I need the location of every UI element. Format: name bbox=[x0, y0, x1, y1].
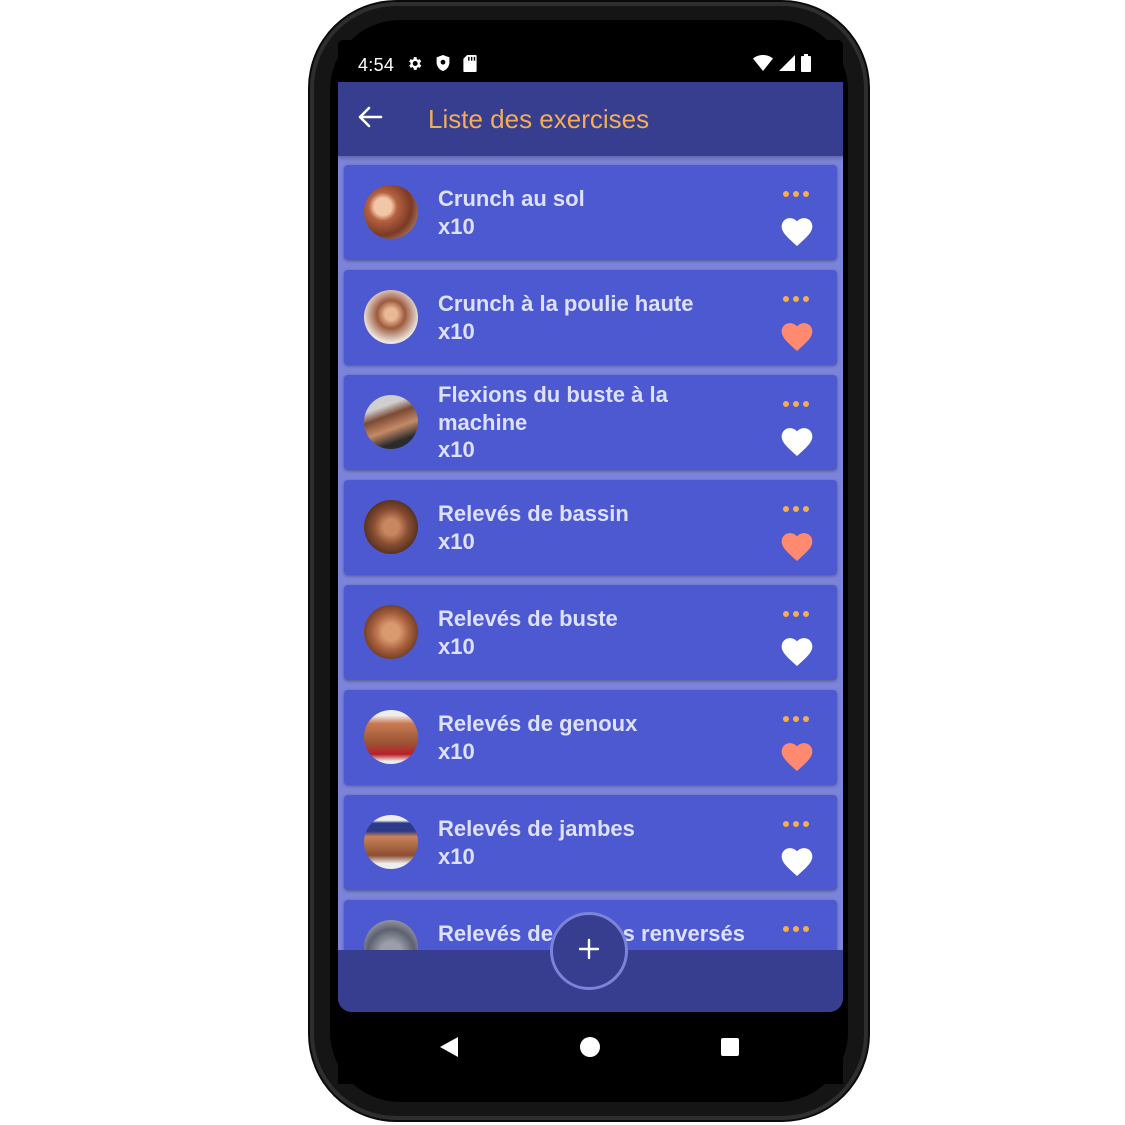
exercise-text: Relevés de bassin x10 bbox=[438, 500, 738, 555]
plus-icon bbox=[578, 938, 600, 965]
exercise-thumbnail bbox=[364, 500, 418, 554]
more-options-button[interactable] bbox=[781, 922, 811, 936]
exercise-title: Relevés de jambes bbox=[438, 816, 635, 841]
exercise-text: Crunch au sol x10 bbox=[438, 185, 738, 240]
back-triangle-icon bbox=[439, 1036, 459, 1063]
more-options-button[interactable] bbox=[781, 187, 811, 201]
exercise-title: Relevés de buste bbox=[438, 606, 618, 631]
page-title: Liste des exercises bbox=[428, 104, 650, 134]
exercise-card[interactable]: Relevés de buste x10 bbox=[344, 585, 837, 680]
more-options-button[interactable] bbox=[781, 712, 811, 726]
favorite-button[interactable] bbox=[781, 427, 813, 457]
nav-back-button[interactable] bbox=[434, 1034, 464, 1064]
exercise-card[interactable]: Relevés de jambes x10 bbox=[344, 795, 837, 890]
exercise-title: Relevés de bassin bbox=[438, 501, 629, 526]
exercise-thumbnail bbox=[364, 605, 418, 659]
exercise-text: Flexions du buste à la machine x10 bbox=[438, 381, 738, 464]
favorite-button[interactable] bbox=[781, 217, 813, 247]
more-options-button[interactable] bbox=[781, 502, 811, 516]
exercise-title: Crunch au sol bbox=[438, 186, 585, 211]
status-bar: 4:54 bbox=[338, 40, 843, 82]
exercise-text: Relevés de buste x10 bbox=[438, 605, 738, 660]
exercise-reps: x10 bbox=[438, 843, 475, 869]
exercise-reps: x10 bbox=[438, 437, 475, 462]
exercise-reps: x10 bbox=[438, 633, 475, 659]
home-circle-icon bbox=[579, 1036, 601, 1063]
exercise-text: Relevés de genoux x10 bbox=[438, 710, 738, 765]
more-options-button[interactable] bbox=[781, 817, 811, 831]
heart-icon bbox=[781, 428, 813, 461]
gear-icon bbox=[406, 55, 423, 72]
signal-icon bbox=[779, 55, 795, 71]
exercise-reps: x10 bbox=[438, 738, 475, 764]
status-system-icons bbox=[753, 54, 811, 72]
favorite-button[interactable] bbox=[781, 322, 813, 352]
heart-icon bbox=[781, 533, 813, 566]
heart-icon bbox=[781, 218, 813, 251]
app-bar: Liste des exercises bbox=[338, 82, 843, 156]
exercise-card[interactable]: Relevés de genoux x10 bbox=[344, 690, 837, 785]
more-options-button[interactable] bbox=[781, 607, 811, 621]
exercise-reps: x10 bbox=[438, 528, 475, 554]
more-options-button[interactable] bbox=[781, 397, 811, 411]
exercise-title: Crunch à la poulie haute bbox=[438, 291, 694, 316]
nav-home-button[interactable] bbox=[575, 1034, 605, 1064]
app-screen: 4:54 Liste des exercises Crunch au sol x… bbox=[338, 40, 843, 1012]
arrow-left-icon bbox=[357, 106, 383, 133]
exercise-reps: x10 bbox=[438, 213, 475, 239]
exercise-thumbnail bbox=[364, 185, 418, 239]
shield-icon bbox=[435, 54, 451, 72]
exercise-title: Flexions du buste à la machine bbox=[438, 382, 668, 435]
favorite-button[interactable] bbox=[781, 532, 813, 562]
wifi-icon bbox=[753, 55, 773, 71]
exercise-thumbnail bbox=[364, 815, 418, 869]
exercise-thumbnail bbox=[364, 710, 418, 764]
heart-icon bbox=[781, 638, 813, 671]
add-exercise-button[interactable] bbox=[550, 912, 628, 990]
more-options-button[interactable] bbox=[781, 292, 811, 306]
battery-icon bbox=[801, 54, 811, 72]
exercise-title: Relevés de genoux bbox=[438, 711, 638, 736]
exercise-text: Relevés de jambes x10 bbox=[438, 815, 738, 870]
back-button[interactable] bbox=[352, 101, 388, 137]
nav-recents-button[interactable] bbox=[715, 1034, 745, 1064]
exercise-reps: x10 bbox=[438, 318, 475, 344]
favorite-button[interactable] bbox=[781, 847, 813, 877]
exercise-card[interactable]: Crunch à la poulie haute x10 bbox=[344, 270, 837, 365]
favorite-button[interactable] bbox=[781, 742, 813, 772]
exercise-thumbnail bbox=[364, 395, 418, 449]
status-time: 4:54 bbox=[358, 55, 395, 75]
system-nav-bar bbox=[338, 1012, 843, 1084]
heart-icon bbox=[781, 743, 813, 776]
exercise-card[interactable]: Crunch au sol x10 bbox=[344, 165, 837, 260]
heart-icon bbox=[781, 848, 813, 881]
status-notification-icons bbox=[406, 54, 477, 72]
favorite-button[interactable] bbox=[781, 637, 813, 667]
heart-icon bbox=[781, 323, 813, 356]
exercise-text: Crunch à la poulie haute x10 bbox=[438, 290, 738, 345]
exercise-card[interactable]: Flexions du buste à la machine x10 bbox=[344, 375, 837, 470]
exercise-thumbnail bbox=[364, 290, 418, 344]
recents-square-icon bbox=[720, 1037, 740, 1062]
exercise-card[interactable]: Relevés de bassin x10 bbox=[344, 480, 837, 575]
sd-card-icon bbox=[463, 54, 477, 72]
